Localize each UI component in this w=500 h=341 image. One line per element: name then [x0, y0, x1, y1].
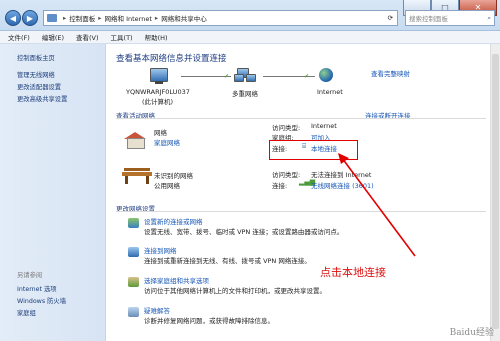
annotation-arrow-icon	[338, 153, 416, 257]
annotation-text: 点击本地连接	[320, 266, 386, 279]
window: ▁ □ ✕ ◀ ▶ ▸ 控制面板 ▸ 网络和 Internet ▸ 网络和共享中…	[0, 0, 500, 341]
watermark-text: Baidu经验	[449, 328, 494, 338]
